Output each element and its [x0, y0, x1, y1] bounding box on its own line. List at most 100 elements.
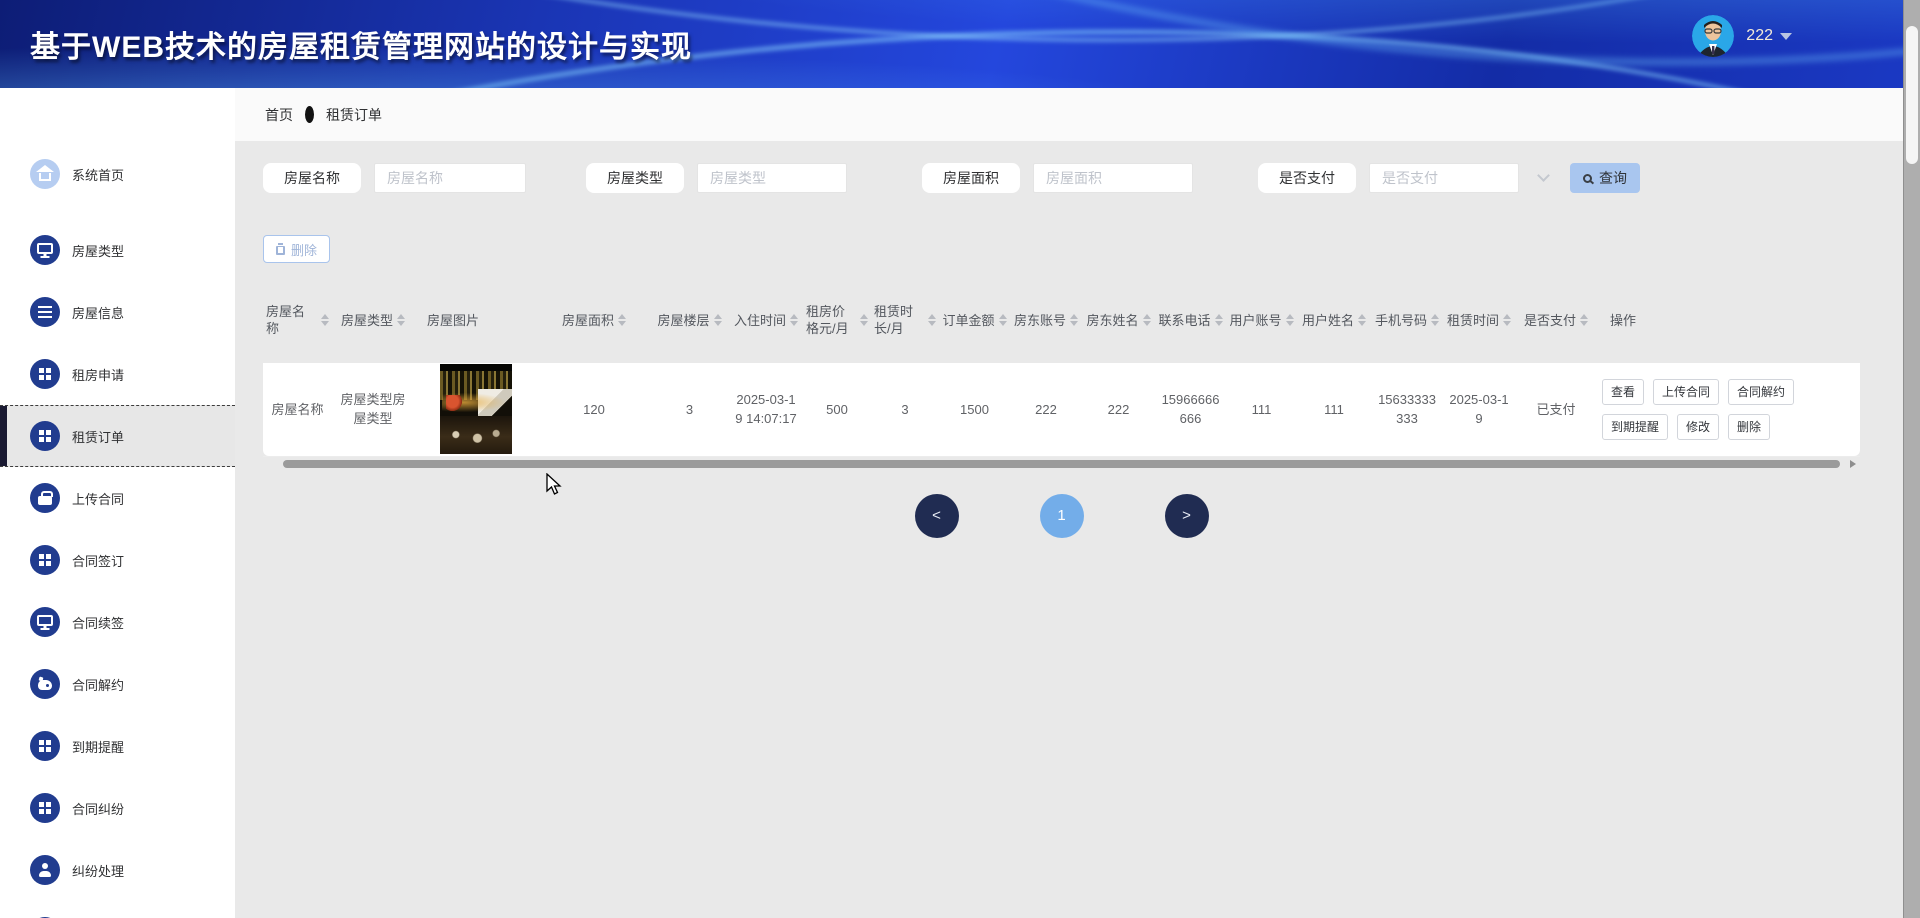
sort-icon[interactable] [713, 314, 722, 326]
filter-bar: 房屋名称 房屋类型 房屋面积 是否支付 查询 [263, 163, 1903, 193]
column-header-house-floor[interactable]: 房屋楼层 [650, 277, 729, 363]
delete-button[interactable]: 删除 [263, 235, 331, 263]
house-name-input[interactable] [374, 163, 526, 193]
house-photo[interactable] [440, 364, 512, 455]
monitor-icon [30, 235, 60, 265]
column-header-house-area[interactable]: 房屋面积 [538, 277, 650, 363]
upload-contract-button[interactable]: 上传合同 [1653, 378, 1720, 405]
paid-status-select[interactable] [1369, 163, 1519, 193]
house-area-input[interactable] [1033, 163, 1193, 193]
cell-house-name: 房屋名称 [263, 363, 332, 457]
column-header-user-name[interactable]: 用户姓名 [1297, 277, 1371, 363]
column-header-lease-time[interactable]: 租赁时间 [1443, 277, 1515, 363]
prev-page-button[interactable]: < [914, 493, 959, 538]
cell-user-account: 111 [1226, 363, 1297, 457]
user-menu[interactable]: 222 [1692, 15, 1792, 57]
next-page-button[interactable]: > [1164, 493, 1209, 538]
sidebar-item-expiry-reminder[interactable]: 到期提醒 [0, 715, 235, 777]
column-header-house-name[interactable]: 房屋名称 [263, 277, 332, 363]
sidebar-item-contract-dispute[interactable]: 合同纠纷 [0, 777, 235, 839]
column-header-order-amount[interactable]: 订单金额 [939, 277, 1010, 363]
trash-icon [276, 242, 285, 255]
page-scrollbar-thumb[interactable] [1906, 26, 1918, 164]
table-scrollbar[interactable] [263, 458, 1860, 470]
expiry-reminder-button[interactable]: 到期提醒 [1602, 413, 1669, 440]
column-header-landlord-account[interactable]: 房东账号 [1010, 277, 1082, 363]
app-header: 基于WEB技术的房屋租赁管理网站的设计与实现 222 [0, 0, 1920, 88]
cell-house-area: 120 [538, 363, 650, 457]
sidebar-item-system-home[interactable]: 系统首页 [0, 143, 235, 205]
sidebar-item-house-info[interactable]: 房屋信息 [0, 281, 235, 343]
delete-button-label: 删除 [291, 242, 318, 258]
column-header-duration[interactable]: 租赁时长/月 [871, 277, 939, 363]
user-avatar[interactable] [1692, 15, 1735, 57]
pagination: < 1 > [263, 493, 1860, 538]
row-delete-button[interactable]: 删除 [1728, 413, 1771, 440]
breadcrumb-separator-icon [305, 106, 314, 123]
user-icon [30, 855, 60, 885]
column-header-house-image: 房屋图片 [427, 312, 480, 328]
sort-icon[interactable] [1503, 314, 1511, 326]
grid-icon [30, 421, 60, 451]
column-header-landlord-name[interactable]: 房东姓名 [1082, 277, 1155, 363]
sidebar-item-label: 租赁订单 [72, 429, 125, 445]
cell-checkin-time: 2025-03-19 14:07:17 [729, 363, 803, 457]
sidebar-item-rental-application[interactable]: 租房申请 [0, 343, 235, 405]
breadcrumb-home[interactable]: 首页 [265, 105, 293, 125]
house-type-input[interactable] [697, 163, 847, 193]
column-header-mobile[interactable]: 手机号码 [1371, 277, 1443, 363]
grid-icon [30, 793, 60, 823]
column-header-house-type[interactable]: 房屋类型 [332, 277, 414, 363]
house-name-filter-label: 房屋名称 [263, 163, 361, 193]
column-header-checkin-time[interactable]: 入住时间 [729, 277, 803, 363]
sort-icon[interactable] [321, 314, 329, 326]
home-icon [30, 159, 60, 189]
scroll-right-arrow-icon[interactable] [1850, 459, 1856, 468]
page-scrollbar[interactable] [1903, 0, 1920, 918]
sort-icon[interactable] [998, 314, 1007, 326]
cell-user-name: 111 [1297, 363, 1371, 457]
sort-icon[interactable] [618, 314, 626, 326]
main-content: 房屋名称 房屋类型 房屋面积 是否支付 查询 删除 [235, 141, 1903, 918]
table-scrollbar-thumb[interactable] [283, 459, 1840, 468]
column-header-paid-status[interactable]: 是否支付 [1515, 277, 1597, 363]
sidebar-item-contract-signing[interactable]: 合同签订 [0, 529, 235, 591]
sort-icon[interactable] [1070, 314, 1078, 326]
sidebar-item-partial[interactable] [0, 901, 235, 918]
sort-icon[interactable] [1431, 314, 1439, 326]
column-header-user-account[interactable]: 用户账号 [1226, 277, 1297, 363]
sort-icon[interactable] [1285, 314, 1294, 326]
column-header-price[interactable]: 租房价格元/月 [803, 277, 871, 363]
select-chevron-down-icon[interactable] [1537, 169, 1550, 182]
sidebar-item-rental-order[interactable]: 租赁订单 [0, 405, 235, 467]
current-page-button[interactable]: 1 [1039, 493, 1084, 538]
sort-icon[interactable] [790, 314, 798, 326]
contract-release-icon [30, 669, 60, 699]
sidebar-item-contract-renewal[interactable]: 合同续签 [0, 591, 235, 653]
contract-release-button[interactable]: 合同解约 [1728, 378, 1795, 405]
sidebar-item-house-type[interactable]: 房屋类型 [0, 219, 235, 281]
sidebar-item-upload-contract[interactable]: 上传合同 [0, 467, 235, 529]
sort-icon[interactable] [1142, 314, 1151, 326]
sort-icon[interactable] [1358, 314, 1366, 326]
sidebar-item-dispute-handling[interactable]: 纠纷处理 [0, 839, 235, 901]
sidebar-item-contract-release[interactable]: 合同解约 [0, 653, 235, 715]
sort-icon[interactable] [860, 314, 868, 326]
sort-icon[interactable] [1580, 314, 1588, 326]
sidebar-item-label: 房屋信息 [72, 305, 125, 321]
sort-icon[interactable] [397, 314, 405, 326]
cell-landlord-account: 222 [1010, 363, 1082, 457]
orders-table: 房屋名称 房屋类型 房屋图片 房屋面积 房屋楼层 入住时间 租房价格元/月 租赁… [263, 277, 1860, 470]
cell-duration: 3 [871, 363, 939, 457]
cell-house-type: 房屋类型房屋类型 [332, 363, 414, 457]
column-header-contact-phone[interactable]: 联系电话 [1155, 277, 1226, 363]
breadcrumb: 首页 租赁订单 [265, 88, 382, 141]
edit-button[interactable]: 修改 [1677, 413, 1720, 440]
search-button[interactable]: 查询 [1570, 163, 1640, 193]
username[interactable]: 222 [1746, 27, 1773, 45]
grid-icon [30, 545, 60, 575]
view-button[interactable]: 查看 [1602, 378, 1645, 405]
chevron-down-icon [1780, 32, 1792, 40]
sort-icon[interactable] [928, 314, 936, 326]
sort-icon[interactable] [1214, 314, 1223, 326]
